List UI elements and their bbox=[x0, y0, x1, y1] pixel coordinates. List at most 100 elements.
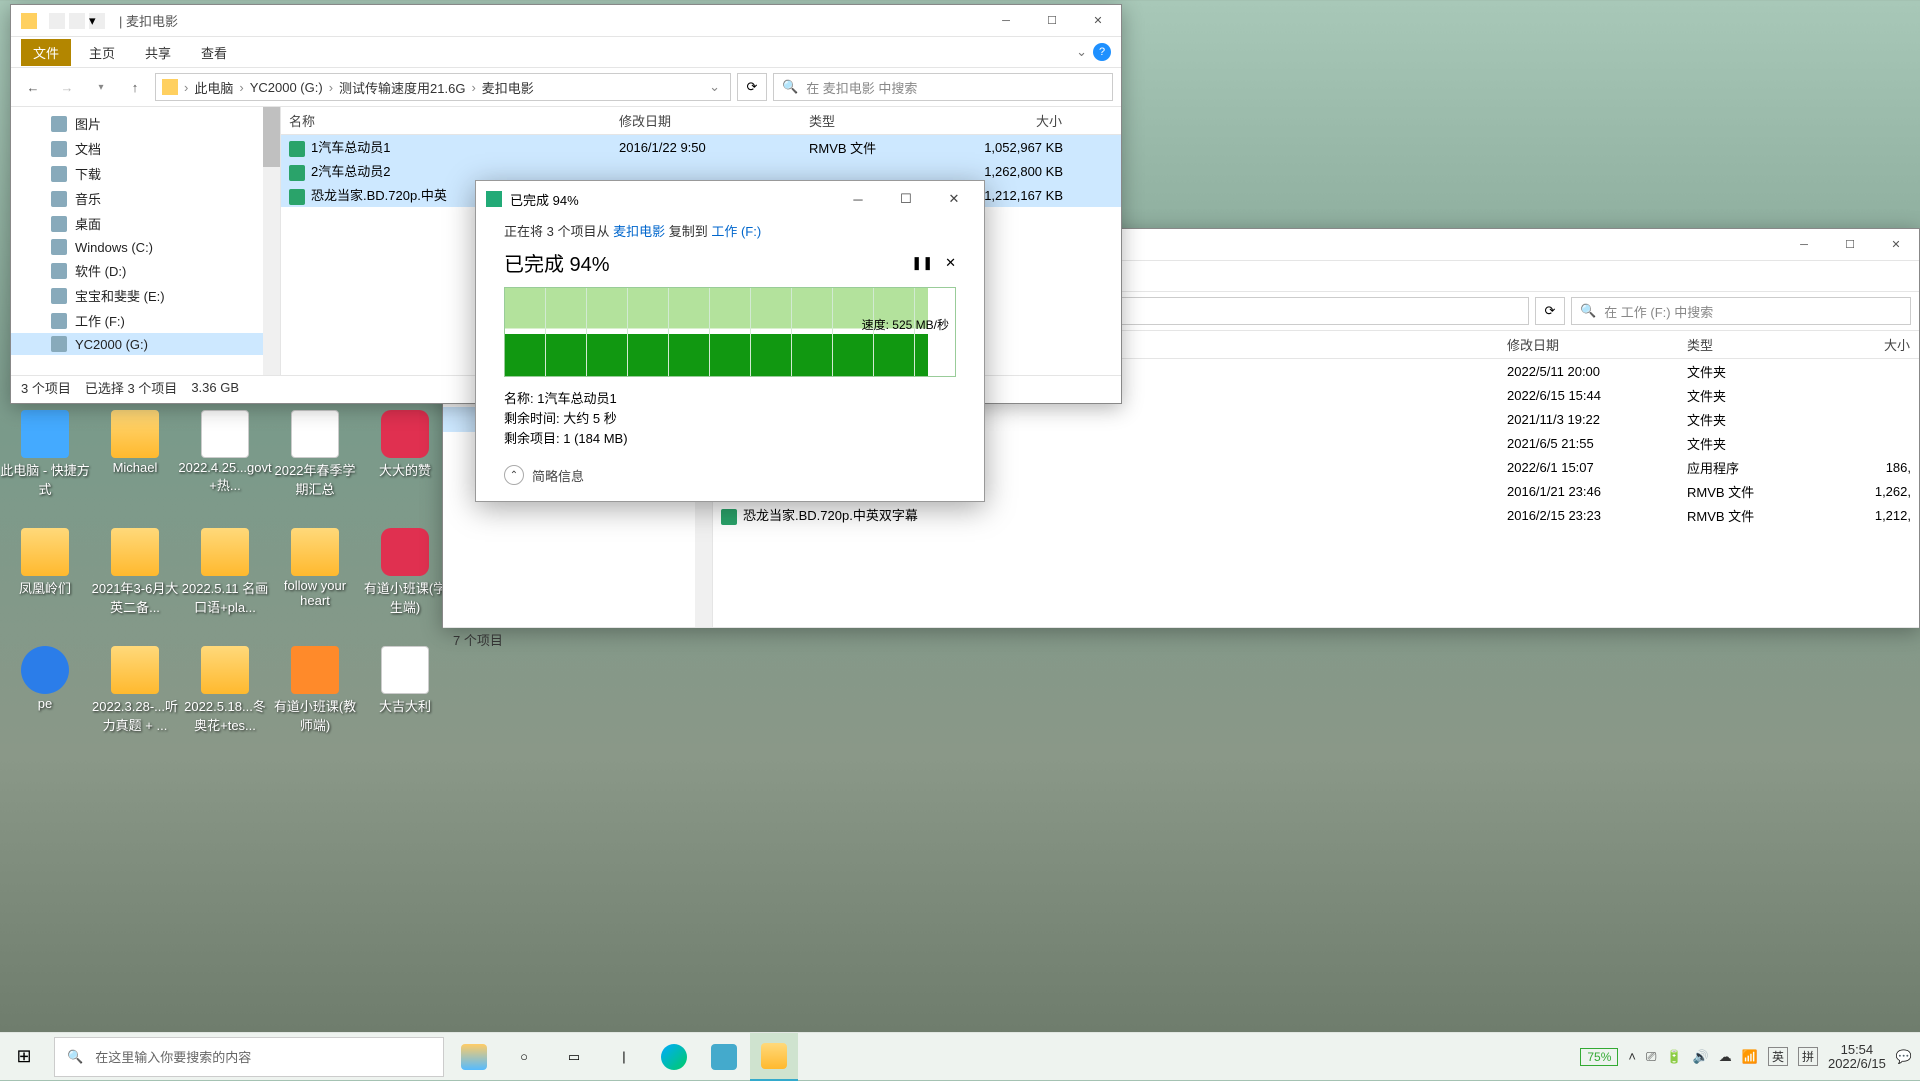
close-button[interactable]: ✕ bbox=[1873, 229, 1919, 261]
tab-file[interactable]: 文件 bbox=[21, 39, 71, 66]
progress-text: 已完成 94% bbox=[504, 248, 899, 277]
nav-item[interactable]: 宝宝和斐斐 (E:) bbox=[11, 283, 280, 308]
source-link[interactable]: 麦扣电影 bbox=[613, 224, 665, 239]
up-button[interactable]: ↑ bbox=[121, 73, 149, 101]
minimize-button[interactable]: ─ bbox=[983, 5, 1029, 37]
scrollbar-thumb[interactable] bbox=[263, 107, 280, 167]
desktop-icon[interactable]: 2022.5.18...冬奥花+tes... bbox=[180, 646, 270, 734]
desktop-icon[interactable]: 有道小班课(教师端) bbox=[270, 646, 360, 734]
table-row[interactable]: 恐龙当家.BD.720p.中英双字幕2016/2/15 23:23RMVB 文件… bbox=[713, 503, 1919, 527]
notifications-icon[interactable]: 💬 bbox=[1896, 1049, 1912, 1065]
desktop-icon[interactable]: 大吉大利 bbox=[360, 646, 450, 734]
maximize-button[interactable]: ☐ bbox=[1029, 5, 1075, 37]
desktop-icons: 此电脑 - 快捷方式 Michael 2022.4.25...govt +热..… bbox=[0, 410, 450, 734]
desktop-icon[interactable]: 2022.3.28-...听力真题 + ... bbox=[90, 646, 180, 734]
volume-icon[interactable]: 🔊 bbox=[1693, 1049, 1709, 1065]
desktop-icon[interactable]: 2022.5.11 名画口语+pla... bbox=[180, 528, 270, 616]
desktop-icon[interactable]: 大大的赞 bbox=[360, 410, 450, 498]
nav-item[interactable]: 桌面 bbox=[11, 211, 280, 236]
titlebar[interactable]: ▾ | 麦扣电影 ─ ☐ ✕ bbox=[11, 5, 1121, 37]
taskbar: ⊞ 🔍在这里输入你要搜索的内容 ○ ▭ | 75% ˄ ⎚ 🔋 🔊 ☁ 📶 英 … bbox=[0, 1032, 1920, 1080]
close-button[interactable]: ✕ bbox=[1075, 5, 1121, 37]
folder-icon bbox=[21, 13, 37, 29]
expand-ribbon-button[interactable]: ⌄ bbox=[1076, 44, 1087, 60]
explorer-button[interactable] bbox=[750, 1033, 798, 1081]
maximize-button[interactable]: ☐ bbox=[886, 191, 926, 207]
ime-lang[interactable]: 英 bbox=[1768, 1047, 1788, 1066]
search-input[interactable]: 🔍在 工作 (F:) 中搜索 bbox=[1571, 297, 1911, 325]
nav-item[interactable]: YC2000 (G:) bbox=[11, 333, 280, 355]
pause-button[interactable]: ❚❚ bbox=[911, 255, 933, 271]
taskbar-search[interactable]: 🔍在这里输入你要搜索的内容 bbox=[54, 1037, 444, 1077]
history-button[interactable]: ▾ bbox=[87, 73, 115, 101]
tray-chevron-icon[interactable]: ˄ bbox=[1628, 1049, 1636, 1064]
minimize-button[interactable]: ─ bbox=[1781, 229, 1827, 261]
back-button[interactable]: ← bbox=[19, 73, 47, 101]
refresh-button[interactable]: ⟳ bbox=[1535, 297, 1565, 325]
task-view-button[interactable]: ▭ bbox=[550, 1033, 598, 1081]
chevron-down-icon[interactable]: ⌄ bbox=[705, 79, 724, 95]
search-icon: 🔍 bbox=[67, 1049, 83, 1065]
desktop-icon[interactable]: 2022年春季学期汇总 bbox=[270, 410, 360, 498]
nav-row: ← → ▾ ↑ ›此电脑 ›YC2000 (G:) ›测试传输速度用21.6G … bbox=[11, 67, 1121, 107]
desktop-icon[interactable]: pe bbox=[0, 646, 90, 734]
desktop-icon[interactable]: 此电脑 - 快捷方式 bbox=[0, 410, 90, 498]
nav-item[interactable]: 下载 bbox=[11, 161, 280, 186]
minimize-button[interactable]: ─ bbox=[838, 192, 878, 207]
forward-button[interactable]: → bbox=[53, 73, 81, 101]
desktop-icon[interactable]: 凤凰岭们 bbox=[0, 528, 90, 616]
tab-view[interactable]: 查看 bbox=[189, 39, 239, 66]
dialog-titlebar[interactable]: 已完成 94% ─ ☐ ✕ bbox=[476, 181, 984, 217]
weather-widget[interactable] bbox=[450, 1033, 498, 1081]
system-tray: 75% ˄ ⎚ 🔋 🔊 ☁ 📶 英 拼 15:542022/6/15 💬 bbox=[1580, 1043, 1920, 1071]
video-icon bbox=[289, 165, 305, 181]
nav-item[interactable]: 工作 (F:) bbox=[11, 308, 280, 333]
power-icon[interactable]: 🔋 bbox=[1666, 1049, 1682, 1065]
close-button[interactable]: ✕ bbox=[934, 191, 974, 207]
dest-link[interactable]: 工作 (F:) bbox=[711, 224, 761, 239]
ime-mode[interactable]: 拼 bbox=[1798, 1047, 1818, 1066]
copy-details: 名称: 1汽车总动员1 剩余时间: 大约 5 秒 剩余项目: 1 (184 MB… bbox=[476, 383, 984, 455]
battery-indicator[interactable]: 75% bbox=[1580, 1048, 1618, 1066]
desktop-icon[interactable]: Michael bbox=[90, 410, 180, 498]
collapse-icon[interactable]: ⌃ bbox=[504, 465, 524, 485]
table-row[interactable]: 1汽车总动员12016/1/22 9:50RMVB 文件1,052,967 KB bbox=[281, 135, 1121, 159]
nav-item[interactable]: 软件 (D:) bbox=[11, 258, 280, 283]
folder-icon bbox=[162, 79, 178, 95]
help-button[interactable]: ? bbox=[1093, 43, 1111, 61]
nav-item[interactable]: Windows (C:) bbox=[11, 236, 280, 258]
dialog-title: 已完成 94% bbox=[510, 190, 830, 209]
brief-info-link[interactable]: 简略信息 bbox=[532, 466, 584, 485]
nav-item[interactable]: 图片 bbox=[11, 111, 280, 136]
wifi-icon[interactable]: 📶 bbox=[1742, 1049, 1758, 1065]
video-icon bbox=[289, 189, 305, 205]
copy-dialog: 已完成 94% ─ ☐ ✕ 正在将 3 个项目从 麦扣电影 复制到 工作 (F:… bbox=[475, 180, 985, 502]
tab-home[interactable]: 主页 bbox=[77, 39, 127, 66]
search-input[interactable]: 🔍在 麦扣电影 中搜索 bbox=[773, 73, 1113, 101]
cortana-button[interactable]: ○ bbox=[500, 1033, 548, 1081]
nav-item[interactable]: 文档 bbox=[11, 136, 280, 161]
copy-source-line: 正在将 3 个项目从 麦扣电影 复制到 工作 (F:) bbox=[476, 217, 984, 244]
speed-label: 速度: 525 MB/秒 bbox=[862, 316, 949, 333]
desktop-icon[interactable]: follow your heart bbox=[270, 528, 360, 616]
cancel-button[interactable]: ✕ bbox=[945, 255, 956, 271]
status-bar: 7 个项目 bbox=[443, 627, 1919, 651]
quick-access-toolbar[interactable]: ▾ bbox=[43, 13, 111, 29]
start-button[interactable]: ⊞ bbox=[0, 1033, 48, 1081]
tab-share[interactable]: 共享 bbox=[133, 39, 183, 66]
cloud-icon[interactable]: ☁ bbox=[1719, 1049, 1732, 1065]
window-title: | 麦扣电影 bbox=[111, 11, 983, 30]
maximize-button[interactable]: ☐ bbox=[1827, 229, 1873, 261]
nav-item[interactable]: 音乐 bbox=[11, 186, 280, 211]
search-icon: 🔍 bbox=[1580, 303, 1596, 319]
address-bar[interactable]: ›此电脑 ›YC2000 (G:) ›测试传输速度用21.6G ›麦扣电影 ⌄ bbox=[155, 73, 731, 101]
desktop-icon[interactable]: 2022.4.25...govt +热... bbox=[180, 410, 270, 498]
edge-button[interactable] bbox=[650, 1033, 698, 1081]
list-header[interactable]: 名称 修改日期 类型 大小 bbox=[281, 107, 1121, 135]
desktop-icon[interactable]: 2021年3-6月大英二备... bbox=[90, 528, 180, 616]
clock[interactable]: 15:542022/6/15 bbox=[1828, 1043, 1886, 1071]
usb-icon[interactable]: ⎚ bbox=[1646, 1049, 1656, 1065]
desktop-icon[interactable]: 有道小班课(学生端) bbox=[360, 528, 450, 616]
refresh-button[interactable]: ⟳ bbox=[737, 73, 767, 101]
app-button[interactable] bbox=[700, 1033, 748, 1081]
